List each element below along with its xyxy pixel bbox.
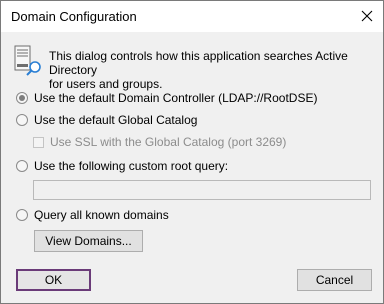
option-default-dc-label: Use the default Domain Controller (LDAP:…	[34, 91, 318, 105]
close-button[interactable]	[351, 1, 383, 32]
option-default-dc[interactable]: Use the default Domain Controller (LDAP:…	[16, 90, 317, 106]
dialog-title: Domain Configuration	[11, 9, 137, 24]
info-description: This dialog controls how this applicatio…	[49, 49, 369, 91]
custom-query-input[interactable]	[33, 180, 371, 200]
option-all-domains[interactable]: Query all known domains	[16, 207, 169, 223]
option-custom-query[interactable]: Use the following custom root query:	[16, 158, 228, 174]
radio-global-catalog[interactable]	[16, 114, 28, 126]
info-line-1: This dialog controls how this applicatio…	[49, 49, 348, 77]
radio-custom-query[interactable]	[16, 160, 28, 172]
view-domains-button[interactable]: View Domains...	[34, 230, 143, 252]
option-global-catalog-label: Use the default Global Catalog	[34, 113, 198, 127]
radio-all-domains[interactable]	[16, 209, 28, 221]
option-use-ssl[interactable]: Use SSL with the Global Catalog (port 32…	[33, 135, 286, 149]
domain-configuration-dialog: Domain Configuration This dialog control…	[0, 0, 384, 304]
checkbox-use-ssl[interactable]	[33, 136, 44, 148]
info-line-2: for users and groups.	[49, 77, 163, 91]
radio-default-dc[interactable]	[16, 92, 28, 104]
title-bar: Domain Configuration	[1, 1, 383, 32]
option-all-domains-label: Query all known domains	[34, 208, 169, 222]
option-custom-query-label: Use the following custom root query:	[34, 159, 229, 173]
option-global-catalog[interactable]: Use the default Global Catalog	[16, 112, 197, 128]
ok-button[interactable]: OK	[16, 269, 91, 291]
server-search-icon	[14, 45, 41, 76]
close-icon	[361, 10, 373, 22]
option-use-ssl-label: Use SSL with the Global Catalog (port 32…	[50, 135, 287, 149]
cancel-button[interactable]: Cancel	[297, 269, 372, 291]
